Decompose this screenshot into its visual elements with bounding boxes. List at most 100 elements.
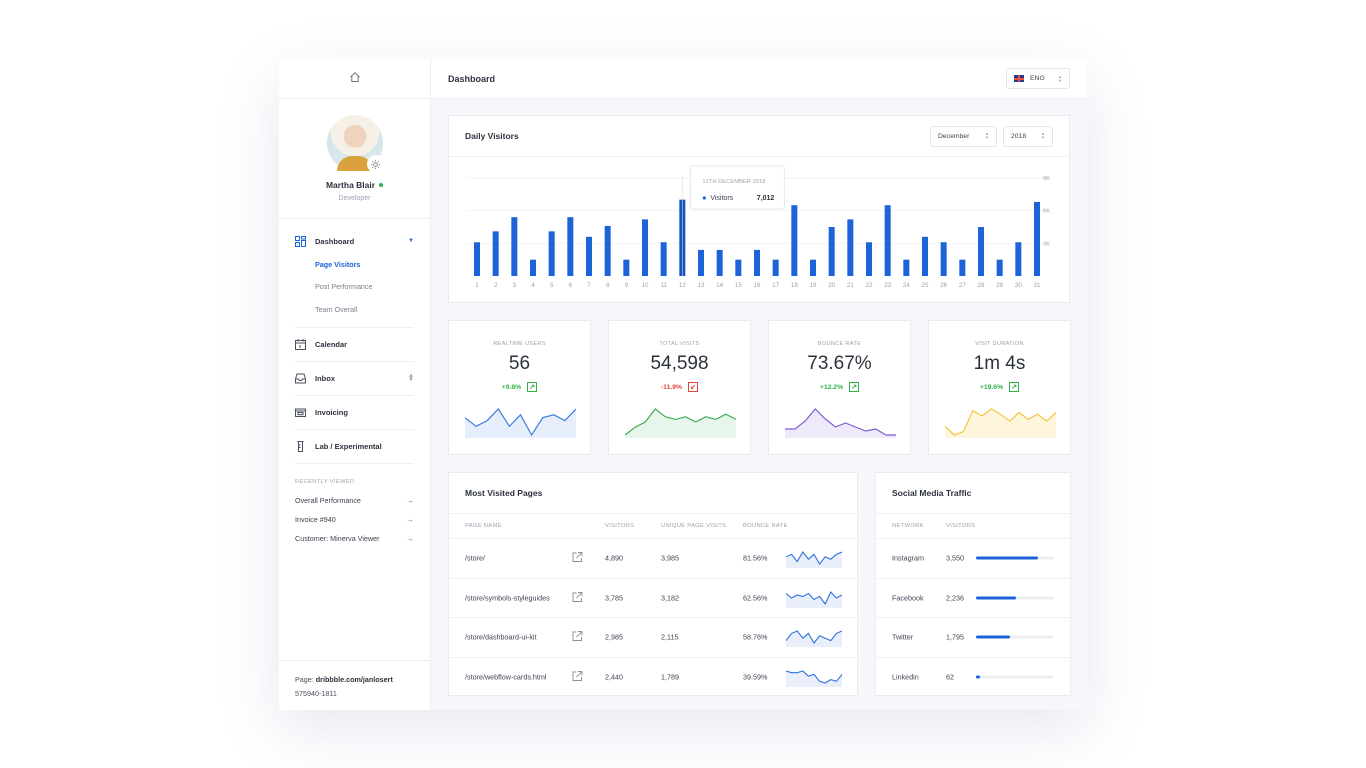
row-sparkline <box>786 590 842 608</box>
bar <box>567 217 574 276</box>
social-media-traffic-card: Social Media Traffic NETWORK VISITORS In… <box>875 472 1071 696</box>
column-header-bounce-rate: BOUNCE RATE <box>743 523 788 529</box>
x-tick-label: 5 <box>550 282 554 289</box>
table-body: Instagram 3,550 Facebook 2,236 Twitter 1,795 L… <box>876 539 1070 697</box>
stat-change-value: +12.2% <box>819 383 844 391</box>
column-header-page-name: PAGE NAME <box>465 523 502 529</box>
bar <box>604 225 611 276</box>
arrow-down-left-icon: ↙ <box>688 382 699 392</box>
bar <box>586 236 592 276</box>
page-bounce-rate: 62.56% <box>743 593 768 603</box>
page-name[interactable]: /store/dashboard-ui-kit <box>465 633 537 642</box>
recent-item[interactable]: Overall Performance → <box>279 491 430 510</box>
arrow-up-right-icon: ↗ <box>1009 382 1020 392</box>
page-visitors: 4,890 <box>605 553 623 563</box>
sidebar-footer: Page: dribbble.com/janlosert 575940-1811 <box>279 660 430 710</box>
bar <box>1034 201 1040 276</box>
bar <box>940 242 947 276</box>
external-link-icon[interactable] <box>572 591 583 604</box>
external-link-icon[interactable] <box>572 631 583 644</box>
page-name[interactable]: /store/symbols-styleguides <box>465 593 550 602</box>
bar <box>735 259 742 276</box>
bar <box>548 231 555 276</box>
page-name[interactable]: /store/webflow-cards.html <box>465 673 546 682</box>
recent-item[interactable]: Customer: Minerva Viewer → <box>279 529 430 548</box>
table-row[interactable]: Twitter 1,795 <box>876 618 1070 658</box>
stat-value: 73.67% <box>807 353 872 374</box>
stat-change-value: +19.6% <box>979 383 1004 391</box>
avatar[interactable] <box>326 115 385 173</box>
online-status-dot <box>379 183 384 187</box>
grid-icon <box>295 235 306 247</box>
stat-value: 56 <box>508 353 531 374</box>
month-select[interactable]: December ▲ ▼ <box>930 125 997 147</box>
table-row[interactable]: /store/symbols-styleguides 3,785 3,182 62.5… <box>449 579 857 618</box>
page-unique-visits: 3,985 <box>661 553 679 563</box>
bar <box>922 236 928 276</box>
external-link-icon[interactable] <box>572 671 583 684</box>
stat-change: +12.2% ↗ <box>819 382 860 392</box>
nav-item-lab[interactable]: Lab / Experimental <box>295 430 414 464</box>
tooltip-value: 7,012 <box>757 195 775 202</box>
x-tick-label: 19 <box>810 282 817 289</box>
recently-viewed-list: Overall Performance → Invoice #940 → Custo… <box>279 491 430 548</box>
page-bounce-rate: 39.59% <box>743 672 768 682</box>
x-tick-label: 2 <box>494 282 498 289</box>
bar <box>810 259 816 276</box>
table-header-row: NETWORK VISITORS <box>876 514 1070 539</box>
table-row[interactable]: Linkedin 62 <box>876 658 1070 698</box>
table-row[interactable]: /store/webflow-cards.html 2,440 1,789 39.59… <box>449 658 857 698</box>
subnav-team-overall[interactable]: Team Overall <box>295 298 414 321</box>
tooltip-dot <box>702 196 706 200</box>
x-tick-label: 21 <box>847 282 854 289</box>
daily-visitors-title: Daily Visitors <box>465 131 519 141</box>
nav-label-inbox: Inbox <box>315 373 335 383</box>
sparkline-area <box>786 671 842 688</box>
page-name[interactable]: /store/ <box>465 554 485 563</box>
table-row[interactable]: Instagram 3,550 <box>876 539 1070 579</box>
language-select[interactable]: ENG ▲ ▼ <box>1006 68 1070 89</box>
chart-tooltip: 12TH DECEMBER 2018 Visitors 7,012 <box>689 165 785 210</box>
footer-phone: 575940-1811 <box>295 689 337 698</box>
bar <box>716 249 723 276</box>
column-header-unique-visits: UNIQUE PAGE VISITS <box>661 523 727 529</box>
year-select[interactable]: 2018 ▲ ▼ <box>1003 125 1053 147</box>
network-name: Linkedin <box>892 672 919 682</box>
table-row[interactable]: /store/dashboard-ui-kit 2,985 2,115 58.76% <box>449 618 857 658</box>
bar <box>530 259 536 276</box>
bar <box>492 231 499 276</box>
subnav-page-visitors[interactable]: Page Visitors <box>295 253 414 276</box>
month-value: December <box>938 132 970 140</box>
traffic-bar-fill <box>976 675 980 679</box>
network-visitors: 62 <box>946 672 954 682</box>
table-row[interactable]: Facebook 2,236 <box>876 579 1070 618</box>
network-visitors: 3,550 <box>946 553 964 563</box>
table-body: /store/4,890 3,985 81.56% /store/symbols-st… <box>449 539 857 697</box>
subnav-post-performance[interactable]: Post Performance <box>295 276 414 299</box>
tooltip-date: 12TH DECEMBER 2018 <box>702 179 765 185</box>
x-tick-label: 11 <box>660 282 667 289</box>
page-bounce-rate: 58.76% <box>743 632 768 642</box>
x-tick-label: 30 <box>1015 282 1022 289</box>
stat-label: REALTIME USERS <box>493 341 546 347</box>
traffic-bar <box>976 596 1054 600</box>
footer-prefix: Page: <box>295 675 316 684</box>
nav-item-dashboard[interactable]: Dashboard ▼ <box>295 229 414 253</box>
x-tick-label: 7 <box>587 282 591 289</box>
arrow-up-right-icon: ↗ <box>849 382 860 392</box>
x-tick-label: 13 <box>698 282 705 289</box>
recent-item[interactable]: Invoice #940 → <box>279 510 430 529</box>
traffic-bar <box>976 556 1054 560</box>
row-sparkline <box>786 670 842 688</box>
page-unique-visits: 2,115 <box>661 632 679 642</box>
footer-link[interactable]: dribbble.com/janlosert <box>316 675 393 684</box>
table-row[interactable]: /store/4,890 3,985 81.56% <box>449 539 857 579</box>
nav-item-invoicing[interactable]: Invoicing <box>295 396 414 430</box>
home-icon[interactable] <box>349 70 361 88</box>
x-tick-label: 22 <box>866 282 873 289</box>
nav-item-calendar[interactable]: Calendar <box>295 328 414 362</box>
external-link-icon[interactable] <box>572 552 583 565</box>
gear-icon[interactable] <box>366 155 385 173</box>
bar <box>847 219 854 276</box>
nav-item-inbox[interactable]: Inbox ▲ ▼ <box>295 362 414 396</box>
